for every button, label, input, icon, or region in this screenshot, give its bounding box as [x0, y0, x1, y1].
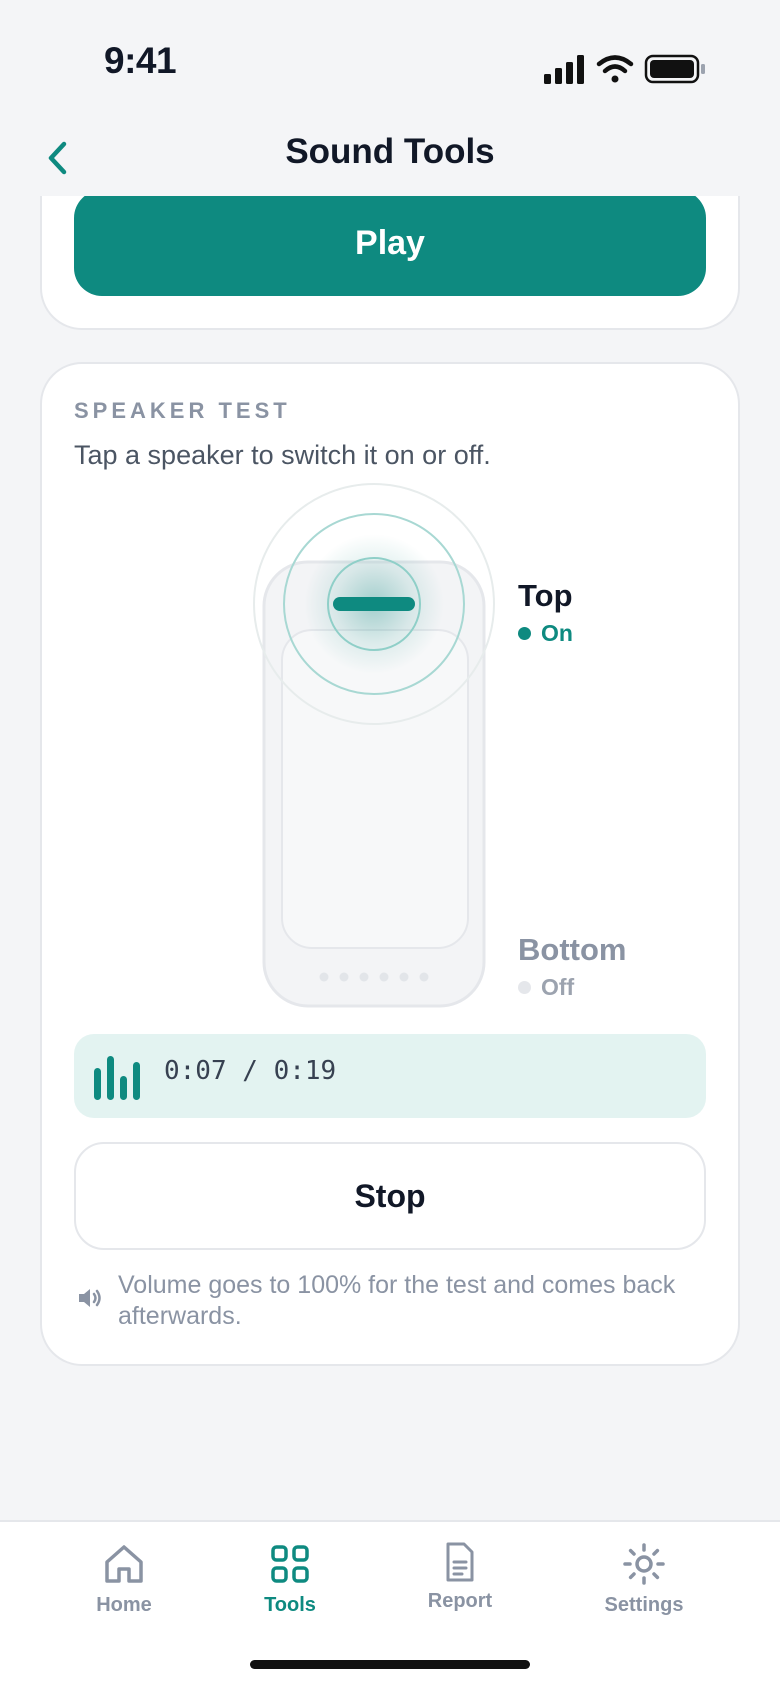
page-title: Sound Tools [285, 132, 495, 171]
section-label: SPEAKER TEST [74, 398, 291, 423]
tab-label: Home [96, 1594, 152, 1616]
playback-progress: 0:07 / 0:19 [74, 1034, 706, 1118]
top-speaker-toggle [333, 597, 415, 611]
battery-icon [644, 54, 705, 84]
speaker-top-status: On [518, 620, 573, 647]
speaker-bottom-status: Off [518, 974, 574, 1001]
phone-diagram [253, 483, 495, 1008]
status-dot-icon [518, 981, 531, 994]
status-dot-icon [518, 627, 531, 640]
tab-home[interactable]: Home [54, 1542, 194, 1617]
play-button[interactable]: Play [74, 190, 706, 296]
speaker-bottom-status-text: Off [541, 974, 575, 1000]
tab-tools[interactable]: Tools [220, 1542, 360, 1617]
status-bar: 9:41 [0, 0, 780, 120]
phone-screen [281, 629, 469, 949]
tab-label: Settings [604, 1594, 684, 1616]
playback-time: 0:07 / 0:19 [164, 1056, 337, 1086]
tab-label: Tools [264, 1594, 316, 1616]
speaker-bottom-label[interactable]: Bottom [518, 932, 626, 968]
speaker-top-status-text: On [541, 620, 573, 646]
audio-level-icon [94, 1056, 140, 1100]
wifi-icon [596, 55, 634, 83]
gear-icon [623, 1543, 665, 1585]
tab-report[interactable]: Report [390, 1542, 530, 1613]
signal-icon [544, 55, 584, 84]
nav-header: Sound Tools [0, 120, 780, 196]
section-description: Tap a speaker to switch it on or off. [74, 440, 491, 470]
tab-label: Report [427, 1590, 493, 1612]
volume-note: Volume goes to 100% for the test and com… [76, 1270, 696, 1332]
speaker-top-label[interactable]: Top [518, 578, 573, 614]
grid-icon [271, 1545, 309, 1583]
volume-note-text: Volume goes to 100% for the test and com… [118, 1271, 676, 1330]
status-time: 9:41 [104, 40, 177, 81]
document-icon [446, 1542, 474, 1582]
stop-button[interactable]: Stop [74, 1142, 706, 1250]
status-icons [544, 54, 705, 84]
speaker-volume-icon [79, 1289, 101, 1307]
home-icon [105, 1545, 143, 1583]
home-indicator [250, 1660, 530, 1669]
tab-settings[interactable]: Settings [574, 1542, 714, 1617]
